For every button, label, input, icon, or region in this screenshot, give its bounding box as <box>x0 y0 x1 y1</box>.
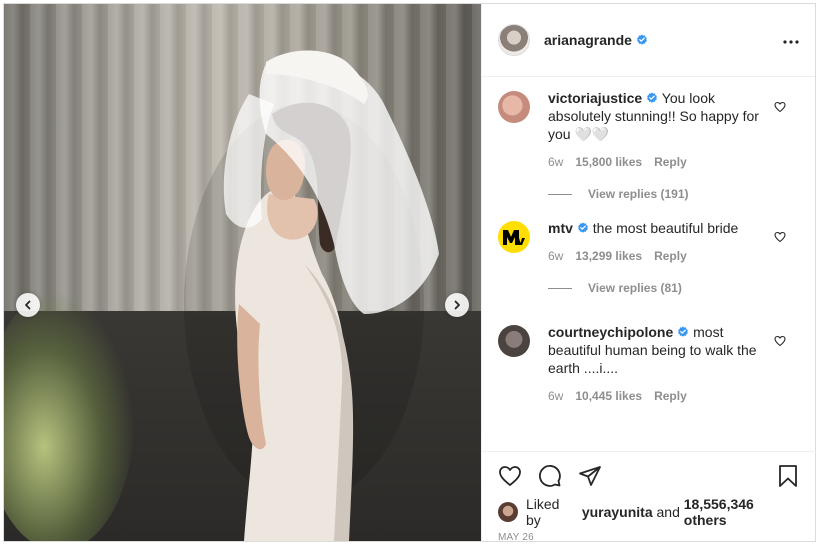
commenter-avatar[interactable] <box>498 325 530 357</box>
replies-divider-line <box>548 193 572 195</box>
previous-photo-button[interactable] <box>16 293 40 317</box>
comments-list: victoriajustice You look absolutely stun… <box>482 89 816 449</box>
more-horizontal-icon <box>783 40 799 44</box>
comment-body: victoriajustice You look absolutely stun… <box>548 89 768 143</box>
comment-age[interactable]: 6w <box>548 389 563 403</box>
heart-icon[interactable] <box>498 464 522 488</box>
commenter-username[interactable]: courtneychipolone <box>548 324 673 340</box>
liker-username[interactable]: yurayunita <box>582 504 653 520</box>
comment-body: mtv the most beautiful bride <box>548 219 768 237</box>
view-replies-button[interactable]: View replies (191) <box>548 187 768 201</box>
verified-badge-icon <box>637 34 647 45</box>
verified-badge-icon <box>578 222 588 233</box>
chevron-left-icon <box>25 300 31 310</box>
action-buttons <box>482 452 816 500</box>
reply-button[interactable]: Reply <box>654 249 687 263</box>
post-side-panel: arianagrande victoriajustice You look ab… <box>481 4 816 543</box>
comment-meta: 6w 13,299 likes Reply <box>548 249 768 263</box>
comment-item: courtneychipolone most beautiful human b… <box>482 323 816 423</box>
comment-likes[interactable]: 15,800 likes <box>575 155 642 169</box>
comment-meta: 6w 10,445 likes Reply <box>548 389 768 403</box>
comment-age[interactable]: 6w <box>548 249 563 263</box>
commenter-username[interactable]: mtv <box>548 220 573 236</box>
next-photo-button[interactable] <box>445 293 469 317</box>
comment-item: mtv the most beautiful bride 6w 13,299 l… <box>482 219 816 323</box>
post-photo[interactable] <box>4 4 481 541</box>
author-username[interactable]: arianagrande <box>544 32 632 48</box>
reply-button[interactable]: Reply <box>654 389 687 403</box>
post-header: arianagrande <box>482 4 815 77</box>
share-icon[interactable] <box>578 464 602 488</box>
commenter-avatar[interactable] <box>498 221 530 253</box>
bookmark-icon[interactable] <box>776 464 800 488</box>
liked-by-conjunction: and <box>656 504 680 520</box>
reply-button[interactable]: Reply <box>654 155 687 169</box>
likes-count-link[interactable]: 18,556,346 others <box>684 496 800 528</box>
verified-badge-icon <box>678 326 689 337</box>
comment-like-heart-icon[interactable] <box>774 101 786 113</box>
view-replies-label: View replies (81) <box>588 281 682 295</box>
comment-likes[interactable]: 10,445 likes <box>575 389 642 403</box>
comment-likes[interactable]: 13,299 likes <box>575 249 642 263</box>
replies-divider-line <box>548 287 572 289</box>
view-replies-button[interactable]: View replies (81) <box>548 281 768 295</box>
mtv-logo-icon <box>503 230 525 245</box>
comment-age[interactable]: 6w <box>548 155 563 169</box>
comment-body: courtneychipolone most beautiful human b… <box>548 323 768 377</box>
comment-meta: 6w 15,800 likes Reply <box>548 155 768 169</box>
comment-like-heart-icon[interactable] <box>774 335 786 347</box>
author-avatar[interactable] <box>498 24 530 56</box>
comment-icon[interactable] <box>538 464 562 488</box>
liker-avatar[interactable] <box>498 502 518 522</box>
comment-like-heart-icon[interactable] <box>774 231 786 243</box>
commenter-username[interactable]: victoriajustice <box>548 90 642 106</box>
post-actions-section: Liked by yurayunita and 18,556,346 other… <box>482 451 816 543</box>
instagram-post: arianagrande victoriajustice You look ab… <box>3 3 816 543</box>
verified-badge-icon <box>647 92 658 103</box>
comment-item: victoriajustice You look absolutely stun… <box>482 89 816 219</box>
chevron-right-icon <box>454 300 460 310</box>
liked-by-prefix: Liked by <box>526 496 560 528</box>
liked-by-row: Liked by yurayunita and 18,556,346 other… <box>482 496 816 528</box>
more-options-button[interactable] <box>783 32 799 48</box>
commenter-avatar[interactable] <box>498 91 530 123</box>
view-replies-label: View replies (191) <box>588 187 689 201</box>
comment-text: the most beautiful bride <box>592 220 739 236</box>
